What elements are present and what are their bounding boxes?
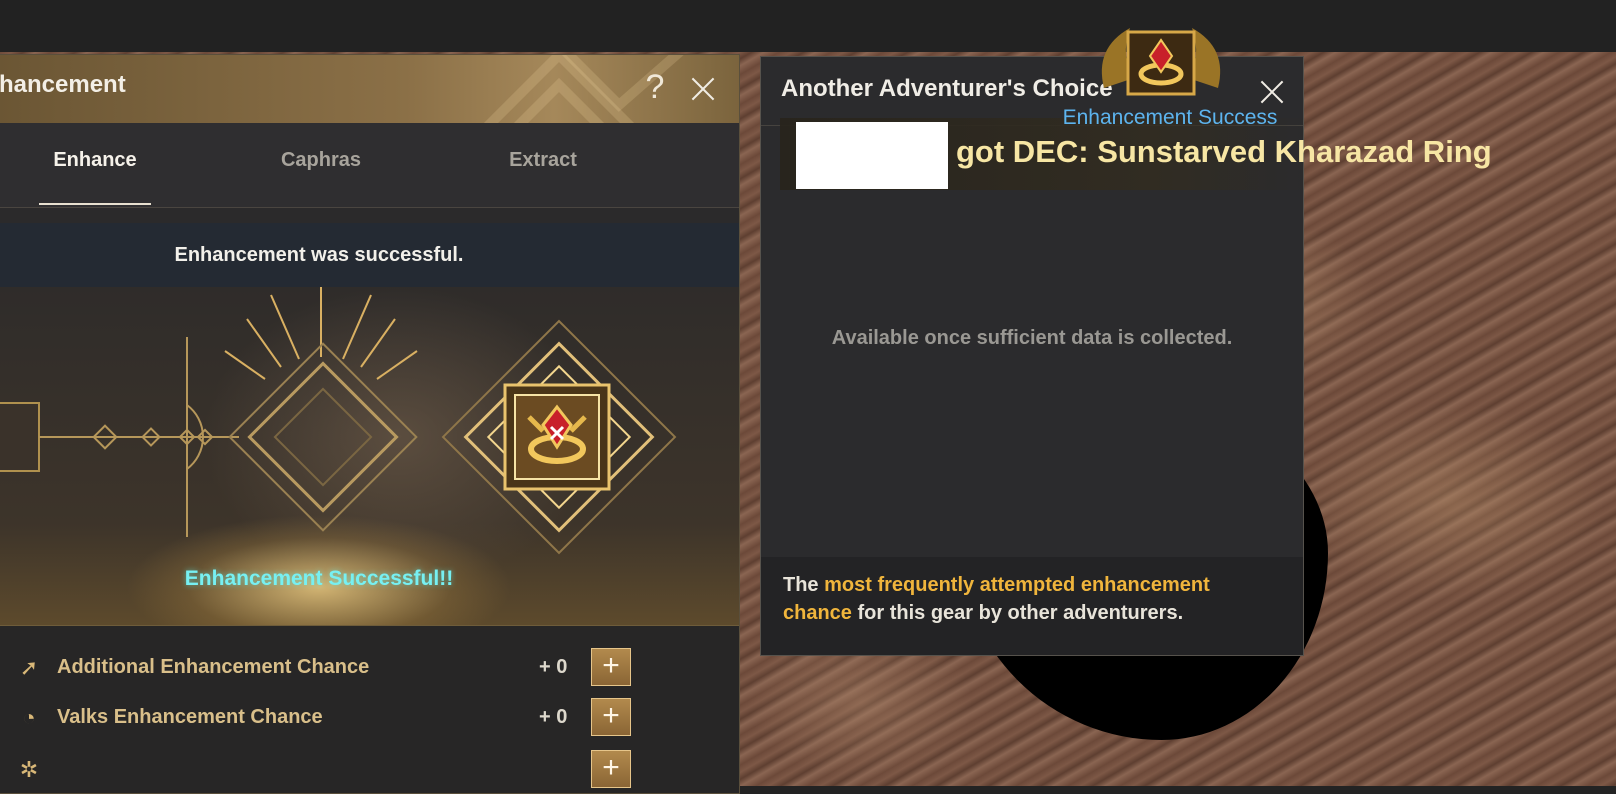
notification-subtitle: Enhancement Success: [1062, 106, 1278, 129]
option-value: + 0: [539, 706, 568, 728]
footer-description: The most frequently attempted enhancemen…: [783, 571, 1283, 627]
globe-icon: ◔: [22, 705, 36, 730]
active-tab-indicator: [39, 203, 151, 205]
option-row-partial: ✲ +: [0, 750, 739, 790]
footer-prefix: The: [783, 574, 825, 596]
add-valks-chance-button[interactable]: +: [591, 698, 631, 736]
close-icon[interactable]: [1257, 77, 1287, 107]
footer-suffix: for this gear by other adventurers.: [851, 602, 1184, 624]
connector: [39, 337, 239, 537]
tab-extract[interactable]: Extract: [483, 149, 603, 172]
crest-emblem-icon: [1101, 28, 1221, 96]
option-label: Additional Enhancement Chance: [57, 656, 370, 678]
notification-message: got DEC: Sunstarved Kharazad Ring: [956, 134, 1492, 169]
tab-caphras[interactable]: Caphras: [261, 149, 381, 172]
arrow-up-icon: ➚: [19, 655, 39, 680]
help-icon[interactable]: ?: [639, 67, 671, 107]
star-icon: ✲: [19, 757, 39, 782]
enhancement-options: ➚ Additional Enhancement Chance + 0 + ◔ …: [0, 625, 739, 793]
status-bar: Enhancement was successful.: [0, 223, 739, 287]
option-row-additional: ➚ Additional Enhancement Chance + 0 +: [0, 648, 739, 688]
window-title: hancement: [0, 71, 126, 98]
window-header[interactable]: hancement ?: [0, 55, 739, 124]
tab-bar: Enhance Caphras Extract: [0, 123, 739, 208]
source-item-slot: [0, 402, 40, 472]
option-row-valks: ◔ Valks Enhancement Chance + 0 +: [0, 698, 739, 738]
option-value: + 0: [539, 656, 568, 678]
status-message: Enhancement was successful.: [174, 244, 464, 266]
redacted-player-name: [796, 122, 948, 189]
window-title: Another Adventurer's Choice: [781, 75, 1113, 102]
enhancement-artwork: Enhancement Successful!!: [0, 287, 739, 625]
tab-enhance[interactable]: Enhance: [39, 149, 151, 172]
add-additional-chance-button[interactable]: +: [591, 648, 631, 686]
partial-plus-button[interactable]: +: [591, 750, 631, 788]
close-icon[interactable]: [688, 74, 718, 104]
panel-footer: The most frequently attempted enhancemen…: [761, 557, 1303, 655]
availability-message: Available once sufficient data is collec…: [831, 327, 1233, 349]
top-bar: [0, 0, 1616, 52]
success-message: Enhancement Successful!!: [184, 567, 454, 590]
option-label: Valks Enhancement Chance: [57, 706, 323, 728]
enhancement-window: hancement ? Enhance Caphras Extract Enha…: [0, 54, 740, 794]
